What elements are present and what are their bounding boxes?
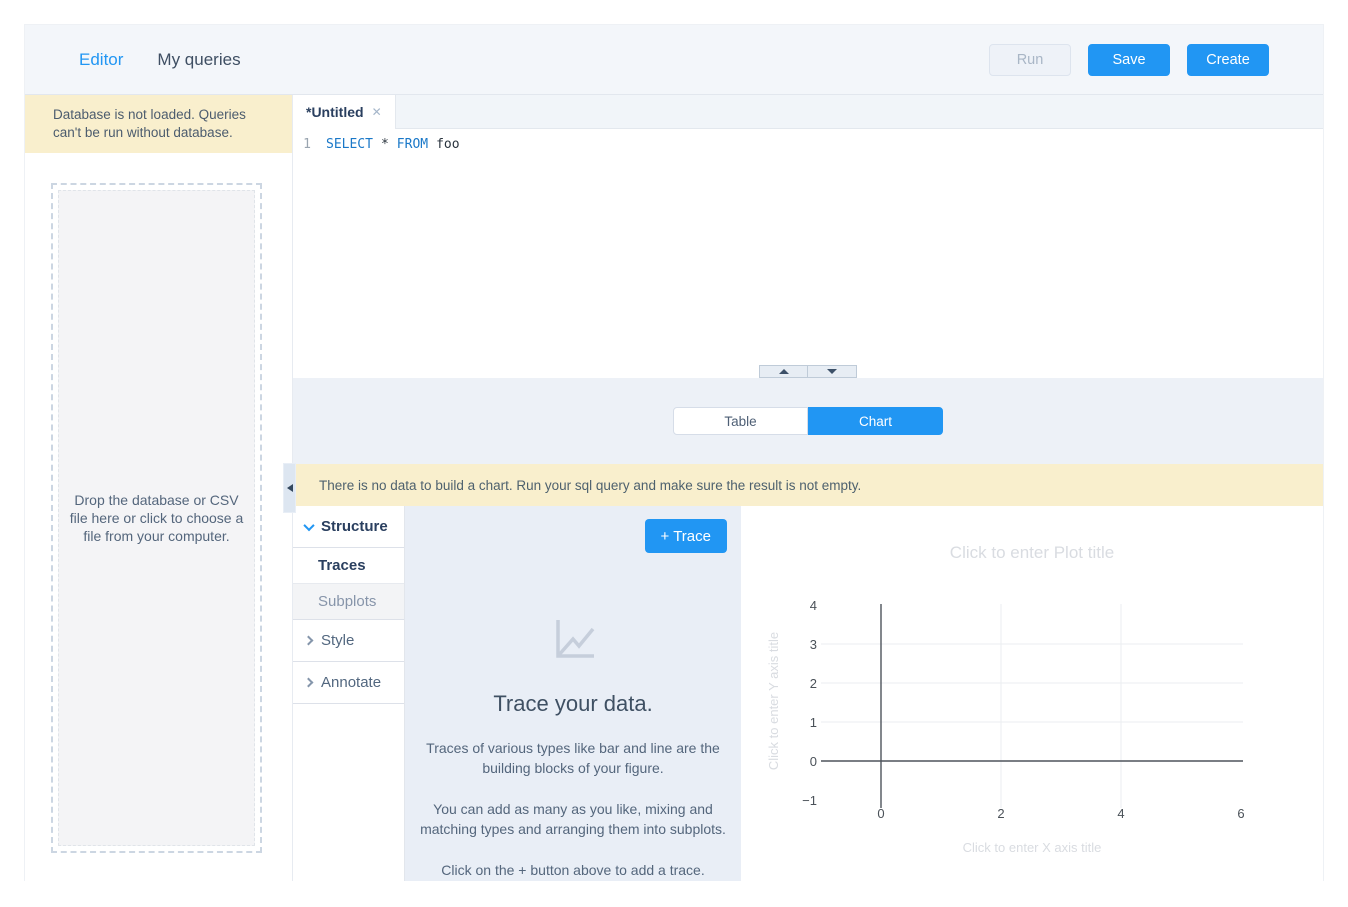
triangle-down-icon [827, 369, 837, 374]
x-tick: 2 [997, 806, 1004, 821]
y-tick: 3 [810, 637, 817, 652]
app-header: Editor My queries Run Save Create [25, 25, 1323, 95]
no-data-warning-text: There is no data to build a chart. Run y… [319, 478, 861, 493]
style-label: Style [321, 632, 354, 649]
create-button[interactable]: Create [1187, 44, 1269, 76]
no-data-warning: There is no data to build a chart. Run y… [293, 464, 1323, 506]
sidebar-item-style[interactable]: Style [293, 620, 404, 662]
add-trace-button[interactable]: + Trace [645, 519, 727, 553]
y-tick: −1 [802, 793, 817, 808]
plot-title-placeholder[interactable]: Click to enter Plot title [950, 543, 1114, 562]
x-axis-title-placeholder[interactable]: Click to enter X axis title [963, 840, 1102, 855]
sidebar-item-annotate[interactable]: Annotate [293, 662, 404, 704]
tab-my-queries[interactable]: My queries [157, 50, 240, 70]
traces-label: Traces [318, 557, 366, 574]
sql-keyword-select: SELECT [326, 137, 373, 152]
dropzone-label: Drop the database or CSV file here or cl… [67, 491, 247, 545]
chart-line-icon [549, 614, 597, 662]
query-tabbar: *Untitled ✕ [293, 95, 1323, 129]
trace-help-paragraph: You can add as many as you like, mixing … [414, 799, 732, 839]
results-panel: Table Chart [293, 378, 1323, 464]
pane-splitter[interactable] [293, 365, 1323, 378]
plot-preview: Click to enter Plot title Click to enter… [741, 506, 1323, 881]
line-number: 1 [293, 136, 311, 154]
y-axis-title-placeholder[interactable]: Click to enter Y axis title [766, 632, 781, 770]
collapse-left-icon [287, 484, 293, 492]
database-sidebar: Database is not loaded. Queries can't be… [25, 95, 293, 881]
view-toggle: Table Chart [673, 407, 943, 435]
x-axis-ticks: 0 2 4 6 [877, 806, 1244, 821]
structure-label: Structure [321, 518, 388, 535]
annotate-label: Annotate [321, 674, 381, 691]
tab-editor[interactable]: Editor [79, 50, 123, 70]
x-tick: 6 [1237, 806, 1244, 821]
sidebar-item-subplots[interactable]: Subplots [293, 584, 404, 620]
y-tick: 0 [810, 754, 817, 769]
x-tick: 0 [877, 806, 884, 821]
expand-results-button[interactable] [808, 365, 857, 378]
expand-editor-button[interactable] [759, 365, 808, 378]
close-icon[interactable]: ✕ [372, 105, 382, 119]
sql-table-name: foo [436, 137, 459, 152]
code-line: 1 SELECT * FROM foo [293, 136, 1323, 154]
database-warning: Database is not loaded. Queries can't be… [25, 95, 292, 153]
sql-star: * [381, 137, 389, 152]
sql-keyword-from: FROM [397, 137, 428, 152]
sql-code: SELECT * FROM foo [326, 136, 460, 154]
y-tick: 4 [810, 598, 817, 613]
collapse-sidebar-handle[interactable] [283, 463, 296, 513]
run-button[interactable]: Run [989, 44, 1071, 76]
plot-gridlines [821, 604, 1243, 808]
traces-panel: + Trace Trace your data. Traces of vario… [405, 506, 741, 881]
trace-help-paragraph: Click on the + button above to add a tra… [414, 860, 732, 880]
chevron-down-icon [303, 519, 314, 530]
file-dropzone-inner[interactable]: Drop the database or CSV file here or cl… [58, 190, 255, 846]
header-buttons: Run Save Create [989, 44, 1269, 76]
x-tick: 4 [1117, 806, 1124, 821]
save-button[interactable]: Save [1088, 44, 1170, 76]
plot-zerolines [821, 604, 1243, 808]
y-tick: 2 [810, 676, 817, 691]
sql-editor[interactable]: 1 SELECT * FROM foo [293, 129, 1323, 365]
chart-editor-sidebar: Structure Traces Subplots Style Annota [293, 506, 405, 881]
file-dropzone[interactable]: Drop the database or CSV file here or cl… [51, 183, 262, 853]
query-tab-untitled[interactable]: *Untitled ✕ [293, 95, 396, 129]
chevron-right-icon [304, 636, 314, 646]
trace-empty-title: Trace your data. [405, 691, 741, 717]
chevron-right-icon [304, 678, 314, 688]
sidebar-item-traces[interactable]: Traces [293, 548, 404, 584]
trace-help-paragraph: Traces of various types like bar and lin… [414, 738, 732, 778]
chart-editor: Structure Traces Subplots Style Annota [293, 506, 1323, 881]
app-window: Editor My queries Run Save Create Databa… [24, 24, 1324, 881]
sidebar-item-structure[interactable]: Structure [293, 506, 404, 548]
main-nav: Editor My queries [79, 50, 241, 70]
y-axis-ticks: 4 3 2 1 0 −1 [802, 598, 817, 808]
query-tab-title: *Untitled [306, 104, 364, 120]
table-view-button[interactable]: Table [673, 407, 808, 435]
subplots-label: Subplots [318, 593, 376, 610]
y-tick: 1 [810, 715, 817, 730]
empty-plot: Click to enter Plot title Click to enter… [741, 506, 1325, 882]
chart-view-button[interactable]: Chart [808, 407, 943, 435]
triangle-up-icon [779, 369, 789, 374]
